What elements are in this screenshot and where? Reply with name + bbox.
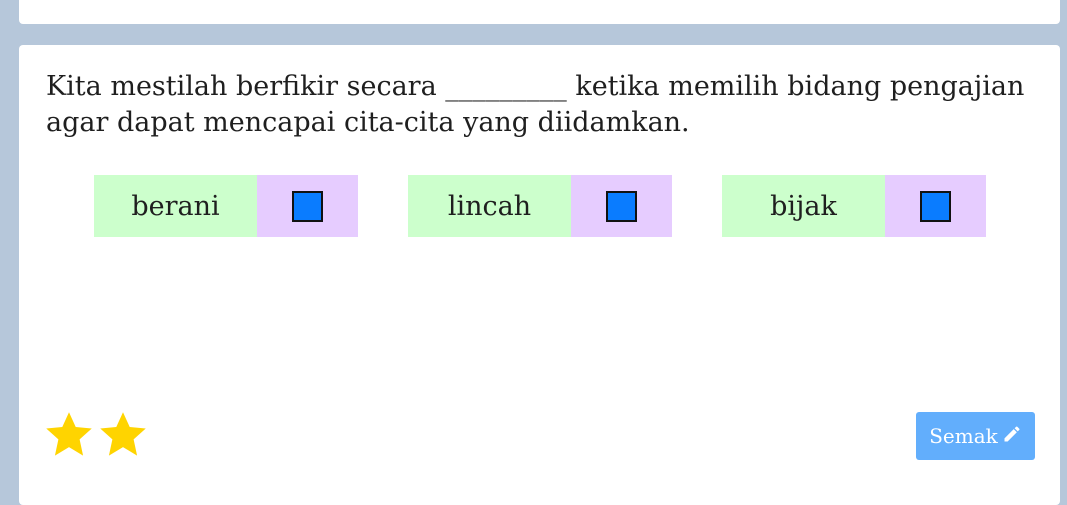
semak-button[interactable]: Semak [916,412,1035,460]
option-checkbox-area[interactable] [571,175,672,237]
semak-button-label: Semak [929,424,998,448]
star-icon [43,409,95,461]
option-checkbox-area[interactable] [885,175,986,237]
option-berani[interactable]: berani [94,175,358,237]
pencil-icon [1002,424,1022,449]
checkbox[interactable] [606,190,637,222]
star-rating [43,409,149,461]
option-label: berani [94,175,257,237]
checkbox[interactable] [292,190,323,222]
option-checkbox-area[interactable] [257,175,358,237]
option-bijak[interactable]: bijak [722,175,986,237]
checkbox[interactable] [920,190,951,222]
option-label: bijak [722,175,885,237]
question-card: Kita mestilah berfikir secara _________ … [19,45,1060,505]
star-icon [97,409,149,461]
question-text: Kita mestilah berfikir secara _________ … [46,71,1025,138]
option-lincah[interactable]: lincah [408,175,672,237]
option-label: lincah [408,175,571,237]
previous-question-card [19,0,1060,24]
